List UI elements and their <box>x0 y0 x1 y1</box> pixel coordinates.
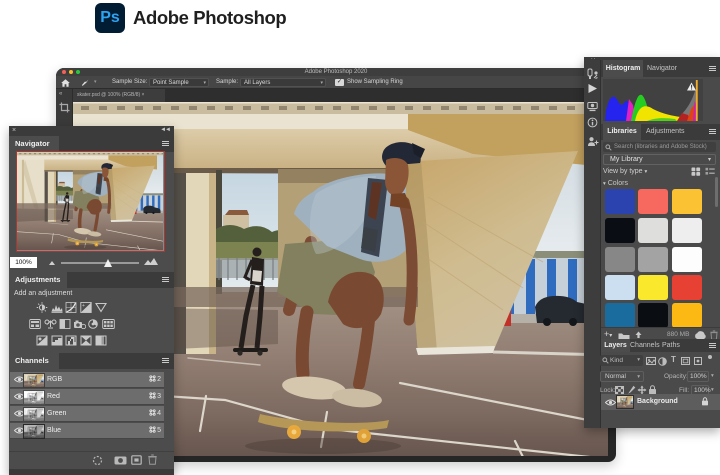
svg-text:+: + <box>82 303 85 309</box>
